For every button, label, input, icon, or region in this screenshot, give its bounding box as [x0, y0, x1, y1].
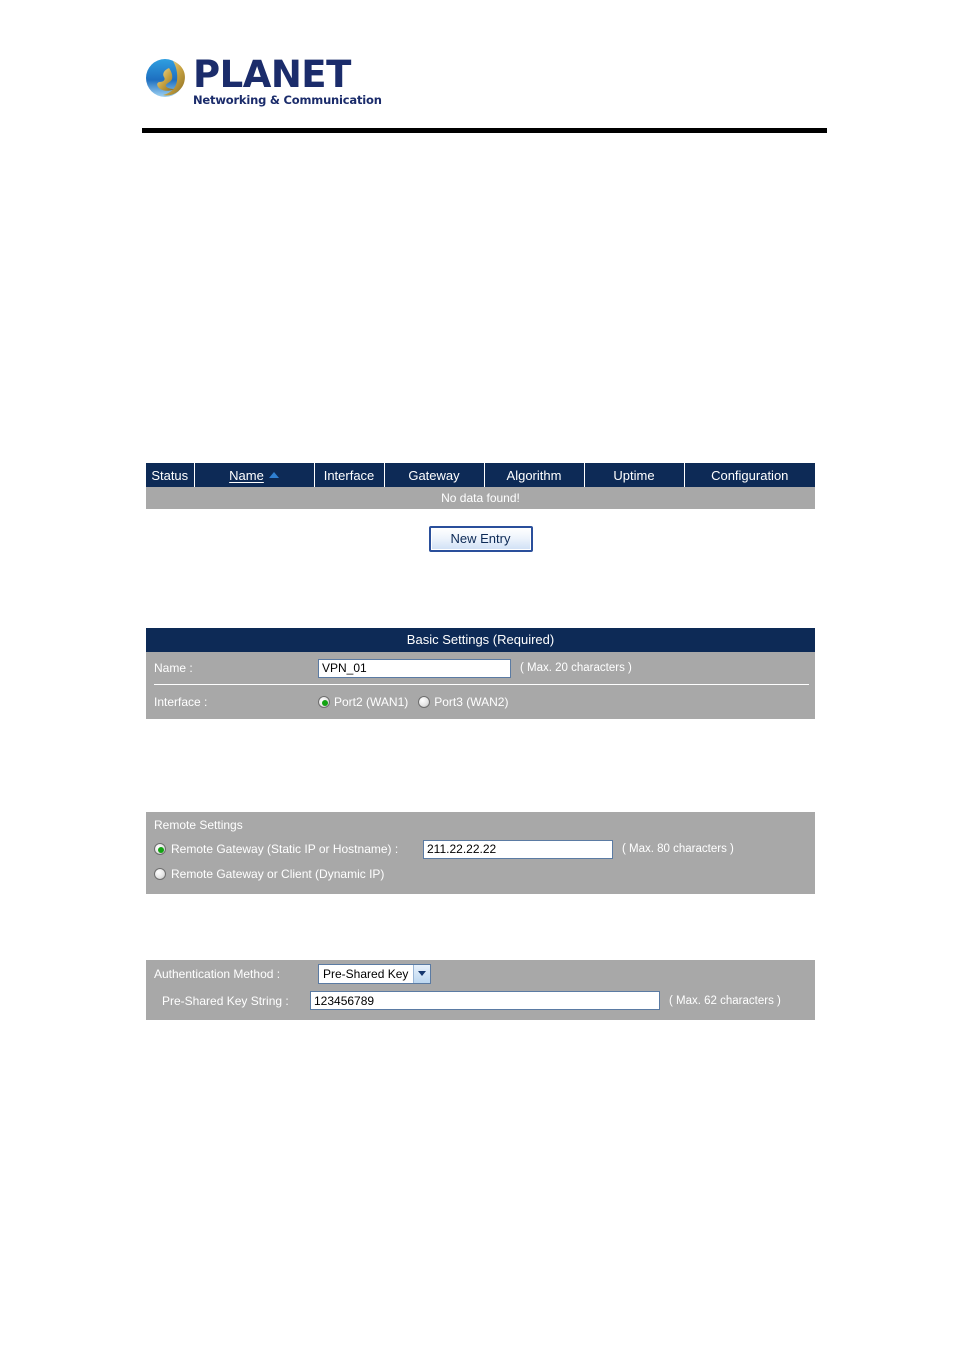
column-header-algorithm[interactable]: Algorithm — [484, 463, 585, 487]
authentication-method-value: Pre-Shared Key — [323, 966, 409, 981]
brand-name: PLANET — [193, 53, 351, 96]
sort-ascending-triangle-icon — [268, 471, 279, 478]
name-hint: ( Max. 20 characters ) — [520, 662, 632, 674]
column-header-interface[interactable]: Interface — [314, 463, 385, 487]
page-root: PLANET Networking & Communication Status… — [0, 0, 954, 1350]
header-divider — [142, 128, 827, 133]
column-header-uptime[interactable]: Uptime — [584, 463, 685, 487]
radio-icon-port3[interactable] — [418, 696, 431, 708]
preshared-key-label: Pre-Shared Key String : — [162, 993, 289, 1008]
table-empty-row: No data found! — [146, 487, 815, 509]
brand-tagline: Networking & Communication — [193, 93, 382, 107]
preshared-key-input[interactable] — [310, 991, 660, 1010]
preshared-key-hint: ( Max. 62 characters ) — [669, 994, 781, 1007]
name-label: Name : — [154, 661, 193, 675]
brand-logo: PLANET Networking & Communication — [143, 55, 382, 107]
radio-icon-remote-gateway-dynamic[interactable] — [154, 868, 166, 880]
chevron-down-icon[interactable] — [413, 964, 431, 983]
new-entry-button-container: New Entry — [146, 526, 815, 552]
interface-option-port3-label: Port3 (WAN2) — [434, 695, 509, 709]
basic-settings-panel: Basic Settings (Required) Name : ( Max. … — [146, 628, 815, 719]
column-header-status[interactable]: Status — [146, 463, 195, 487]
interface-radio-group: Port2 (WAN1) Port3 (WAN2) — [318, 695, 518, 709]
table-header-row: Status Name Interface Gateway Algorithm … — [146, 463, 815, 487]
interface-label: Interface : — [154, 695, 208, 709]
authentication-method-label: Authentication Method : — [154, 966, 281, 981]
remote-gateway-hint: ( Max. 80 characters ) — [622, 843, 734, 855]
basic-settings-title: Basic Settings (Required) — [146, 628, 815, 652]
remote-settings-panel: Remote Settings Remote Gateway (Static I… — [146, 812, 815, 894]
authentication-panel: Authentication Method : Pre-Shared Key P… — [146, 960, 815, 1020]
preshared-key-row: Pre-Shared Key String : ( Max. 62 charac… — [146, 987, 815, 1014]
authentication-method-row: Authentication Method : Pre-Shared Key — [146, 960, 815, 987]
remote-gateway-static-row: Remote Gateway (Static IP or Hostname) :… — [146, 836, 815, 862]
remote-gateway-static-label: Remote Gateway (Static IP or Hostname) : — [171, 842, 399, 856]
column-header-name[interactable]: Name — [194, 463, 315, 487]
brand-wordmark: PLANET Networking & Communication — [193, 55, 382, 107]
no-data-message: No data found! — [146, 487, 815, 509]
column-header-gateway[interactable]: Gateway — [384, 463, 485, 487]
remote-settings-label: Remote Settings — [154, 818, 243, 832]
remote-gateway-dynamic-label: Remote Gateway or Client (Dynamic IP) — [171, 867, 385, 881]
radio-icon-remote-gateway-static[interactable] — [154, 843, 166, 855]
remote-gateway-input[interactable] — [423, 839, 613, 859]
interface-option-port2[interactable]: Port2 (WAN1) — [318, 695, 408, 709]
name-input[interactable] — [318, 658, 511, 678]
interface-field-row: Interface : Port2 (WAN1) Port3 (WAN2) — [146, 685, 815, 719]
globe-swoosh-icon — [143, 55, 189, 101]
authentication-method-select[interactable]: Pre-Shared Key — [318, 963, 432, 984]
interface-option-port3[interactable]: Port3 (WAN2) — [418, 695, 508, 709]
interface-option-port2-label: Port2 (WAN1) — [334, 695, 409, 709]
name-field-row: Name : ( Max. 20 characters ) — [146, 652, 815, 684]
vpn-tunnel-table: Status Name Interface Gateway Algorithm … — [146, 463, 815, 509]
column-header-configuration[interactable]: Configuration — [684, 463, 815, 487]
radio-icon-port2[interactable] — [318, 696, 330, 708]
remote-gateway-dynamic-row: Remote Gateway or Client (Dynamic IP) — [146, 862, 815, 886]
new-entry-button[interactable]: New Entry — [428, 526, 533, 552]
